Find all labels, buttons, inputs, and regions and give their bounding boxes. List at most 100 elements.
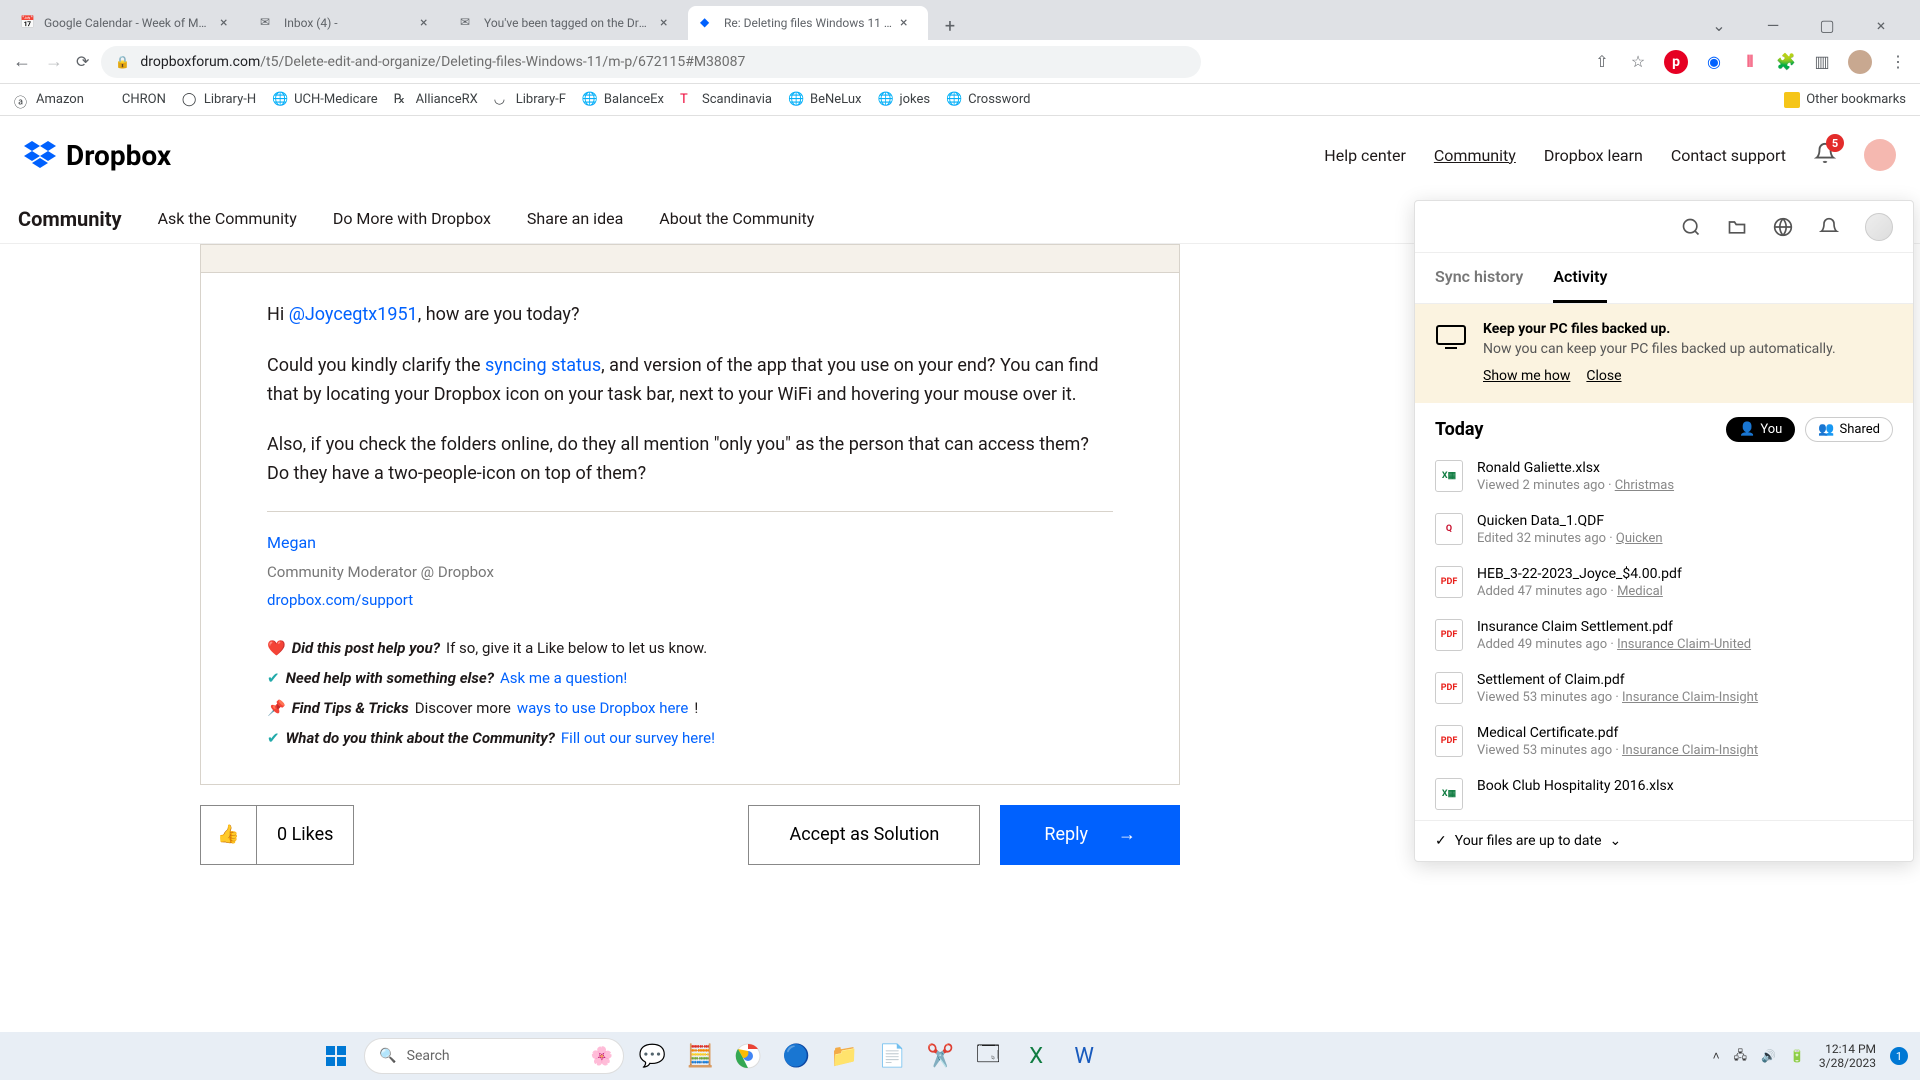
- bookmark-benelux[interactable]: 🌐BeNeLux: [788, 92, 862, 108]
- close-banner-link[interactable]: Close: [1586, 367, 1621, 387]
- forward-button[interactable]: →: [44, 51, 64, 72]
- accept-solution-button[interactable]: Accept as Solution: [748, 805, 980, 865]
- activity-row[interactable]: PDF Settlement of Claim.pdf Viewed 53 mi…: [1415, 662, 1913, 715]
- new-tab-button[interactable]: +: [936, 12, 964, 40]
- taskbar-clock[interactable]: 12:14 PM 3/28/2023: [1819, 1042, 1876, 1071]
- activity-row[interactable]: X▦ Book Club Hospitality 2016.xlsx: [1415, 768, 1913, 820]
- sidepanel-icon[interactable]: ▥: [1812, 52, 1832, 72]
- tab-calendar[interactable]: 📅Google Calendar - Week of Marc×: [8, 6, 248, 40]
- taskbar-pdf-icon[interactable]: 📄: [872, 1036, 912, 1076]
- tab-sync-history[interactable]: Sync history: [1435, 253, 1523, 303]
- activity-row[interactable]: PDF HEB_3-22-2023_Joyce_$4.00.pdf Added …: [1415, 556, 1913, 609]
- chevron-down-icon[interactable]: ⌄: [1696, 10, 1742, 40]
- survey-link[interactable]: Fill out our survey here!: [561, 726, 715, 750]
- nav-ask-community[interactable]: Ask the Community: [158, 209, 297, 228]
- like-button[interactable]: 👍: [201, 806, 257, 864]
- maximize-button[interactable]: ▢: [1804, 10, 1850, 40]
- share-icon[interactable]: ⇧: [1592, 52, 1612, 72]
- bookmark-star-icon[interactable]: ☆: [1628, 52, 1648, 72]
- bell-icon[interactable]: [1819, 217, 1839, 237]
- extensions-puzzle-icon[interactable]: 🧩: [1776, 52, 1796, 72]
- user-mention[interactable]: @Joycegtx1951: [289, 304, 418, 325]
- author-link[interactable]: Megan: [267, 530, 1113, 556]
- activity-row[interactable]: PDF Medical Certificate.pdf Viewed 53 mi…: [1415, 715, 1913, 768]
- nav-dropbox-learn[interactable]: Dropbox learn: [1544, 146, 1643, 165]
- bookmark-amazon[interactable]: ⓐAmazon: [14, 92, 84, 108]
- folder-icon[interactable]: [1727, 217, 1747, 237]
- check-icon: ✓: [1435, 833, 1447, 849]
- amazon-icon: ⓐ: [14, 92, 30, 108]
- nav-contact-support[interactable]: Contact support: [1671, 146, 1786, 165]
- tab-dropbox-forum[interactable]: ◆Re: Deleting files Windows 11 - P×: [688, 6, 928, 40]
- tips-link[interactable]: ways to use Dropbox here: [517, 696, 688, 720]
- syncing-status-link[interactable]: syncing status: [485, 355, 601, 376]
- bookmark-library-h[interactable]: ◯Library-H: [182, 92, 256, 108]
- ask-question-link[interactable]: Ask me a question!: [500, 666, 627, 690]
- activity-row[interactable]: X▦ Ronald Galiette.xlsx Viewed 2 minutes…: [1415, 450, 1913, 503]
- taskbar-snip-icon[interactable]: ✂️: [920, 1036, 960, 1076]
- close-icon[interactable]: ×: [220, 15, 236, 31]
- reply-button[interactable]: Reply→: [1000, 805, 1180, 865]
- taskbar-search[interactable]: 🔍Search🌸: [364, 1038, 624, 1074]
- tray-network-icon[interactable]: 🖧: [1734, 1046, 1747, 1067]
- taskbar-excel-icon[interactable]: X: [1016, 1036, 1056, 1076]
- pinterest-extension-icon[interactable]: p: [1664, 50, 1688, 74]
- taskbar-word-icon[interactable]: W: [1064, 1036, 1104, 1076]
- bookmark-uch[interactable]: 🌐UCH-Medicare: [272, 92, 378, 108]
- nav-share-idea[interactable]: Share an idea: [527, 209, 623, 228]
- close-icon[interactable]: ×: [660, 15, 676, 31]
- reload-button[interactable]: ⟳: [76, 52, 89, 71]
- filter-shared[interactable]: 👥Shared: [1805, 417, 1893, 442]
- activity-row[interactable]: PDF Insurance Claim Settlement.pdf Added…: [1415, 609, 1913, 662]
- activity-list: X▦ Ronald Galiette.xlsx Viewed 2 minutes…: [1415, 450, 1913, 820]
- close-window-button[interactable]: ×: [1858, 10, 1904, 40]
- tab-tagged[interactable]: ✉You've been tagged on the Drop×: [448, 6, 688, 40]
- nav-do-more[interactable]: Do More with Dropbox: [333, 209, 491, 228]
- close-icon[interactable]: ×: [420, 15, 436, 31]
- taskbar-chat-icon[interactable]: 💬: [632, 1036, 672, 1076]
- show-me-how-link[interactable]: Show me how: [1483, 367, 1570, 387]
- tab-activity[interactable]: Activity: [1553, 253, 1607, 303]
- url-input[interactable]: 🔒 dropboxforum.com/t5/Delete-edit-and-or…: [101, 46, 1201, 78]
- bookmark-alliancerx[interactable]: ℞AllianceRX: [394, 92, 478, 108]
- minimize-button[interactable]: —: [1750, 10, 1796, 40]
- user-avatar[interactable]: [1864, 139, 1896, 171]
- filter-you[interactable]: 👤You: [1726, 417, 1795, 442]
- bookmark-crossword[interactable]: 🌐Crossword: [946, 92, 1030, 108]
- back-button[interactable]: ←: [12, 51, 32, 72]
- extension-icon[interactable]: ⦀: [1740, 52, 1760, 72]
- nav-help-center[interactable]: Help center: [1324, 146, 1406, 165]
- taskbar-chrome-icon[interactable]: [728, 1036, 768, 1076]
- start-button[interactable]: [316, 1036, 356, 1076]
- globe-icon[interactable]: [1773, 217, 1793, 237]
- extension-icon[interactable]: ◉: [1704, 52, 1724, 72]
- search-icon[interactable]: [1681, 217, 1701, 237]
- popup-tabs: Sync history Activity: [1415, 253, 1913, 304]
- bookmark-jokes[interactable]: 🌐jokes: [877, 92, 930, 108]
- taskbar-explorer-icon[interactable]: 📁: [824, 1036, 864, 1076]
- close-icon[interactable]: ×: [900, 15, 916, 31]
- taskbar-app-icon[interactable]: 🗔: [968, 1036, 1008, 1076]
- tray-volume-icon[interactable]: 🔊: [1761, 1049, 1776, 1063]
- bookmark-chron[interactable]: CHRON: [100, 92, 166, 108]
- chrome-menu-icon[interactable]: ⋮: [1888, 52, 1908, 72]
- tray-battery-icon[interactable]: 🔋: [1790, 1049, 1805, 1063]
- bookmark-balanceex[interactable]: 🌐BalanceEx: [582, 92, 664, 108]
- chevron-down-icon[interactable]: ⌄: [1610, 833, 1622, 849]
- taskbar-app-icon[interactable]: 🔵: [776, 1036, 816, 1076]
- other-bookmarks[interactable]: Other bookmarks: [1784, 92, 1906, 108]
- nav-about-community[interactable]: About the Community: [659, 209, 814, 228]
- tray-chevron-icon[interactable]: ˄: [1713, 1049, 1720, 1063]
- nav-community[interactable]: Community: [1434, 146, 1516, 165]
- tab-inbox[interactable]: ✉Inbox (4) -×: [248, 6, 448, 40]
- tray-notification-icon[interactable]: 1: [1890, 1047, 1908, 1065]
- taskbar-calculator-icon[interactable]: 🧮: [680, 1036, 720, 1076]
- bookmark-scandinavia[interactable]: TScandinavia: [680, 92, 772, 108]
- popup-user-avatar[interactable]: [1865, 213, 1893, 241]
- notification-bell[interactable]: 5: [1814, 142, 1836, 168]
- bookmark-library-f[interactable]: ◡Library-F: [494, 92, 566, 108]
- dropbox-logo[interactable]: Dropbox: [24, 139, 171, 172]
- profile-avatar[interactable]: [1848, 50, 1872, 74]
- support-link[interactable]: dropbox.com/support: [267, 588, 1113, 612]
- activity-row[interactable]: Q Quicken Data_1.QDF Edited 32 minutes a…: [1415, 503, 1913, 556]
